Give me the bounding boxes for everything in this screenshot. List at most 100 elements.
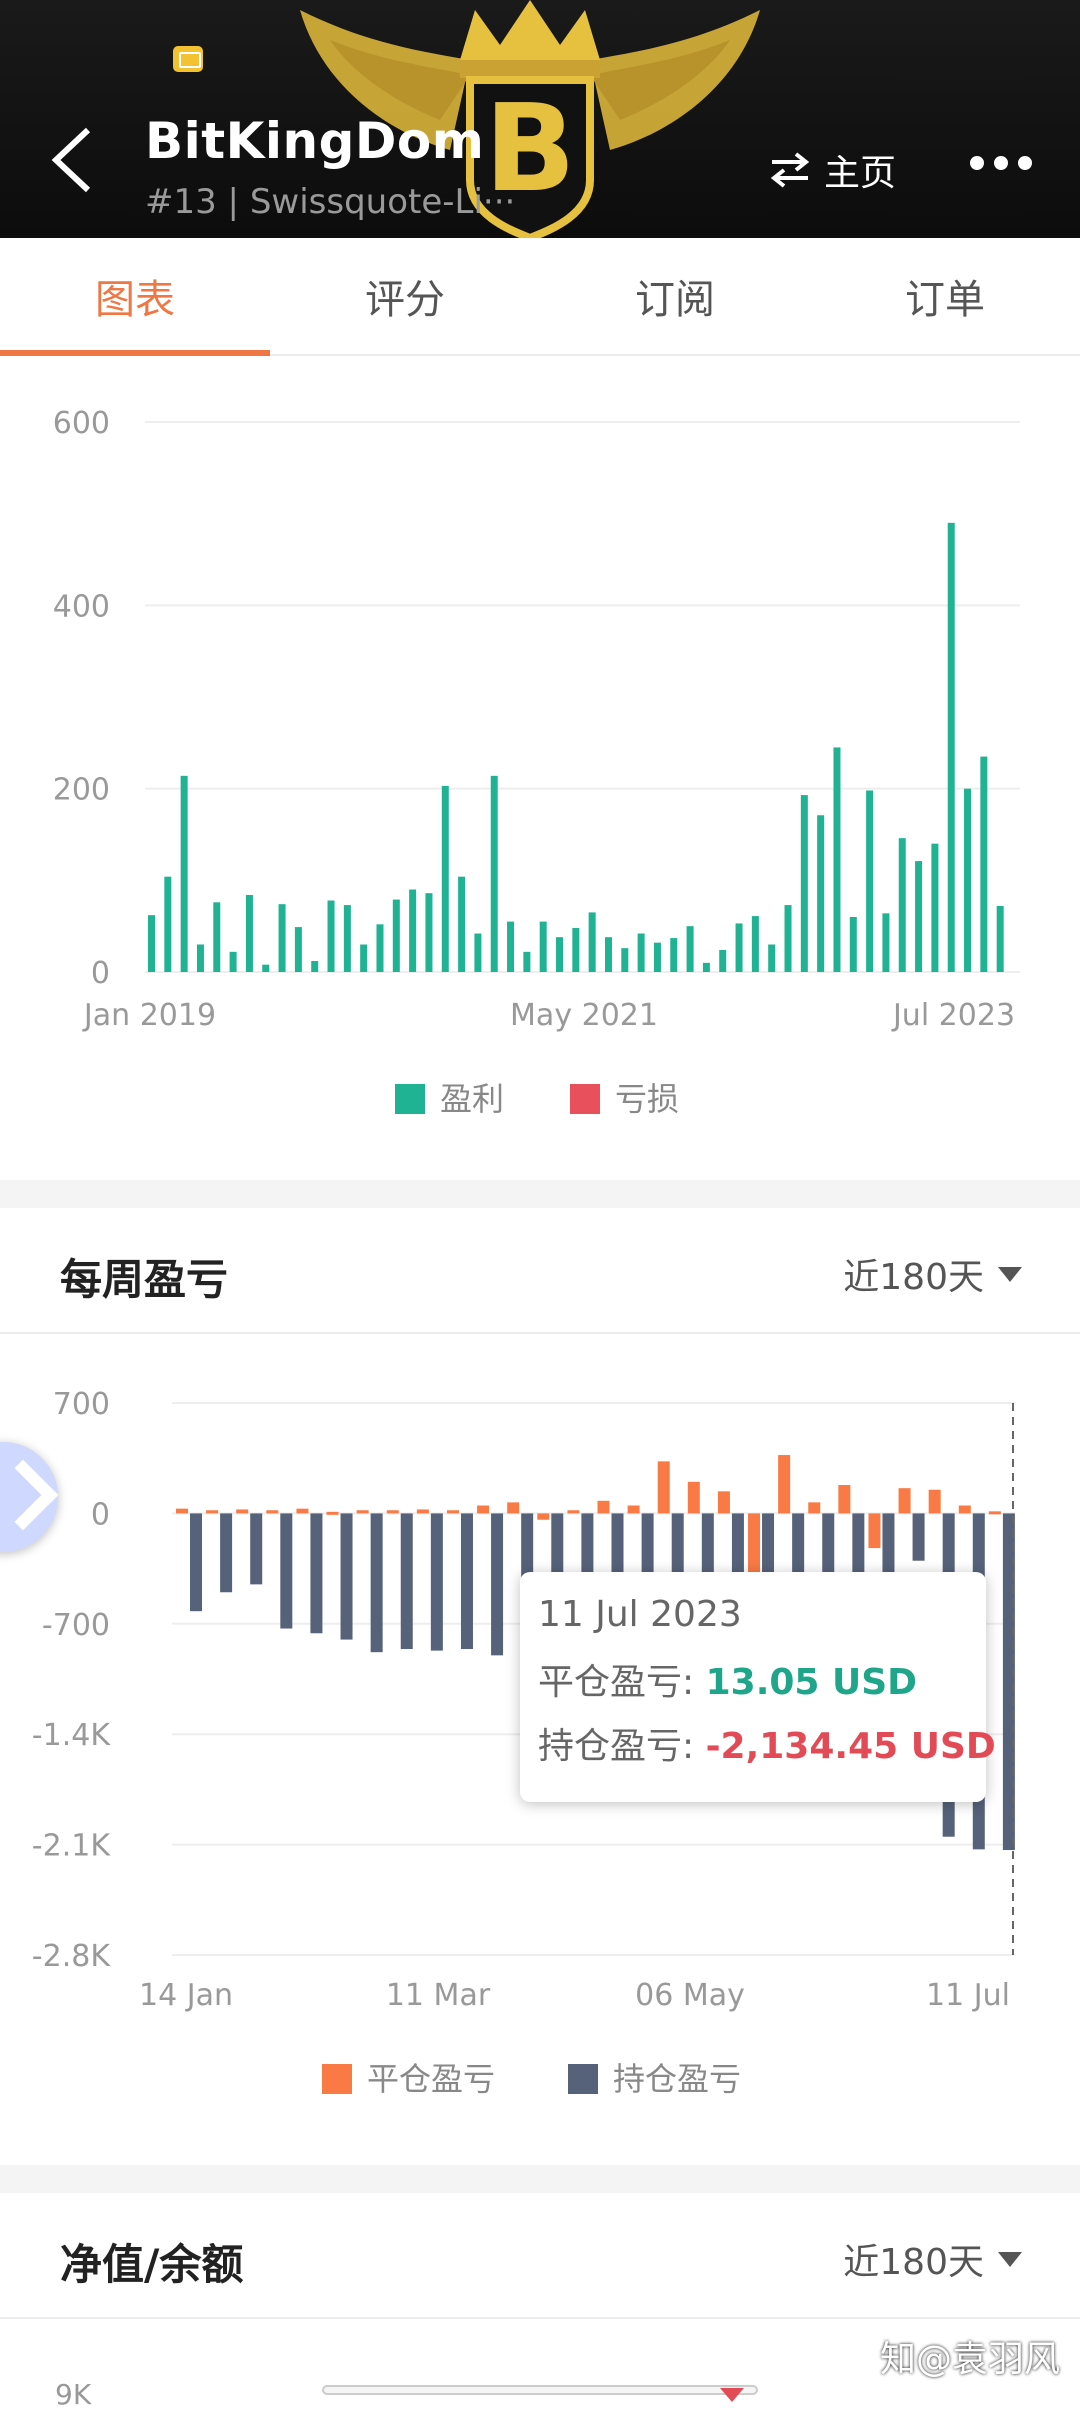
dropdown-triangle-icon [998, 2251, 1022, 2267]
swap-arrows-icon [770, 152, 810, 188]
closed-pnl-bar [627, 1505, 640, 1514]
y-tick-label: 0 [91, 956, 110, 991]
closed-pnl-bar [386, 1510, 399, 1514]
range-slider[interactable] [322, 2385, 758, 2395]
home-button[interactable]: 主页 [770, 140, 896, 200]
profit-bar [360, 944, 368, 972]
open-pnl-bar [430, 1513, 443, 1651]
profit-bar [653, 942, 661, 972]
y-tick-label: 700 [53, 1387, 110, 1422]
profit-bar [523, 951, 531, 972]
tooltip-closed-value: 13.05 USD [705, 1662, 918, 1703]
closed-pnl-bar [446, 1510, 459, 1514]
profit-bar [637, 933, 645, 972]
section-divider [0, 1180, 1080, 1208]
closed-pnl-bar [597, 1500, 610, 1514]
closed-pnl-bar [958, 1505, 971, 1514]
profit-bar [686, 926, 694, 972]
open-pnl-bar [370, 1513, 383, 1653]
profit-bar [784, 905, 792, 972]
profit-bar [768, 944, 776, 972]
profit-bar [507, 921, 515, 972]
profit-bar [996, 906, 1004, 972]
account-subtitle: #13 | Swissquote-Li··· [145, 182, 516, 222]
closed-pnl-bar [988, 1511, 1001, 1515]
profit-bar [817, 815, 825, 972]
equity-period-select[interactable]: 近180天 [843, 2233, 1022, 2285]
legend-swatch-profit [395, 1084, 425, 1114]
monthly-profit-chart: 0 200 400 600 Jan 2019 May 2021 Jul 2023 盈利 亏损 [53, 406, 1020, 1118]
closed-pnl-bar [687, 1481, 700, 1514]
profit-bar [490, 775, 498, 972]
tooltip-closed-label: 平仓盈亏: [538, 1662, 695, 1703]
closed-pnl-bar [537, 1513, 550, 1520]
open-pnl-bar [491, 1513, 504, 1656]
tooltip-open-value: -2,134.45 USD [705, 1726, 996, 1767]
profit-bar [964, 788, 972, 972]
tab-rating[interactable]: 评分 [270, 238, 540, 354]
profit-bar [931, 843, 939, 972]
profit-bar [409, 889, 417, 972]
profit-bar [245, 895, 253, 972]
profit-bar [833, 747, 841, 972]
y-tick-label: -1.4K [32, 1718, 112, 1753]
closed-pnl-bar [657, 1461, 670, 1514]
legend-label-open: 持仓盈亏 [613, 2060, 741, 2098]
equity-y-tick: 9K [55, 2378, 92, 2411]
profit-bar [898, 838, 906, 972]
legend-label-profit: 盈利 [440, 1080, 504, 1118]
open-pnl-bar [792, 1513, 805, 1577]
tooltip-open-row: 持仓盈亏: -2,134.45 USD [538, 1717, 996, 1769]
profit-bar [180, 775, 188, 972]
open-pnl-bar [912, 1513, 925, 1561]
closed-pnl-bar [567, 1510, 580, 1514]
closed-pnl-bar [206, 1510, 219, 1514]
closed-pnl-bar [507, 1502, 520, 1514]
watermark: 知@袁羽风 [880, 2339, 1061, 2380]
legend-swatch-loss [570, 1084, 600, 1114]
weekly-pnl-title: 每周盈亏 [60, 1255, 229, 1304]
profit-bar [702, 962, 710, 972]
open-pnl-bar [220, 1513, 233, 1593]
home-label: 主页 [824, 153, 897, 194]
legend-label-loss: 亏损 [615, 1080, 679, 1118]
back-arrow-icon[interactable] [48, 125, 98, 195]
profit-bar [148, 915, 155, 972]
more-options-icon[interactable] [970, 156, 1032, 170]
closed-pnl-bar [898, 1488, 911, 1514]
profit-bar [670, 938, 678, 972]
open-pnl-bar [460, 1513, 473, 1650]
profit-bar [278, 904, 286, 972]
weekly-period-select[interactable]: 近180天 [843, 1248, 1022, 1300]
profit-bar [604, 937, 612, 972]
legend-swatch-closed [322, 2064, 352, 2094]
profit-bar [213, 902, 221, 972]
profit-bar [882, 913, 890, 972]
closed-pnl-bar [717, 1491, 730, 1514]
tab-orders[interactable]: 订单 [810, 238, 1080, 354]
profit-bar [164, 876, 172, 972]
profit-bar [294, 927, 302, 972]
legend-label-closed: 平仓盈亏 [367, 2060, 495, 2098]
tab-subscribe[interactable]: 订阅 [540, 238, 810, 354]
dropdown-triangle-icon [998, 1266, 1022, 1282]
chart-tooltip: 11 Jul 2023 平仓盈亏: 13.05 USD 持仓盈亏: -2,134… [520, 1572, 996, 1802]
closed-pnl-bar [748, 1513, 761, 1574]
open-pnl-bar [310, 1513, 323, 1634]
mail-notification-icon [173, 46, 203, 72]
closed-pnl-bar [868, 1513, 881, 1549]
profit-bar [556, 937, 564, 972]
profit-bar [343, 905, 351, 972]
tab-chart[interactable]: 图表 [0, 238, 270, 356]
tooltip-closed-row: 平仓盈亏: 13.05 USD [538, 1653, 968, 1705]
section-divider-2 [0, 2165, 1080, 2193]
profit-bar [458, 876, 466, 972]
closed-pnl-bar [928, 1489, 941, 1514]
profit-bar [539, 921, 547, 972]
closed-pnl-bar [266, 1510, 279, 1514]
profit-bar [196, 944, 204, 972]
closed-pnl-bar [778, 1455, 791, 1514]
profit-bar [441, 785, 449, 972]
profit-bar [751, 916, 759, 972]
tooltip-open-label: 持仓盈亏: [538, 1726, 695, 1767]
